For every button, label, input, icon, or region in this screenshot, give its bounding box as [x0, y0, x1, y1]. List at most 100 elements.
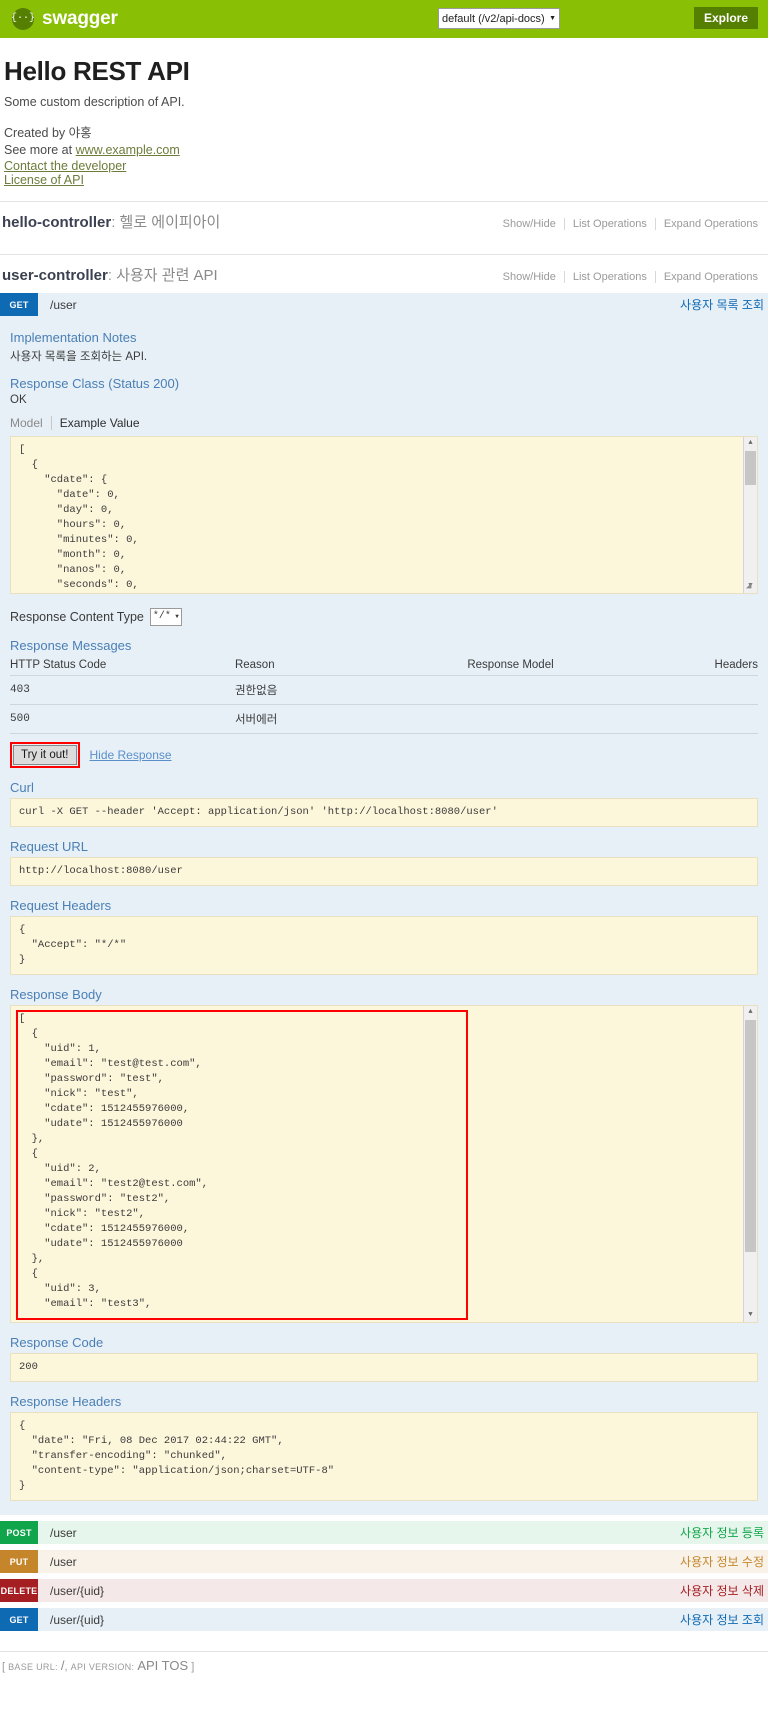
tab-model[interactable]: Model	[10, 416, 51, 430]
operation-row-delete-user-uid[interactable]: DELETE /user/{uid} 사용자 정보 삭제	[0, 1578, 768, 1603]
status-code-cell: 403	[10, 675, 235, 705]
chevron-down-icon: ▼	[175, 613, 179, 621]
list-operations-link[interactable]: List Operations	[563, 270, 655, 283]
operation-path: /user/{uid}	[50, 1612, 105, 1627]
api-description: Some custom description of API.	[4, 95, 185, 109]
api-version-value: API TOS	[137, 1657, 189, 1673]
resource-options: Show/Hide List Operations Expand Operati…	[495, 270, 766, 283]
operation-row-put-user[interactable]: PUT /user 사용자 정보 수정	[0, 1549, 768, 1574]
http-method-badge: DELETE	[0, 1579, 38, 1603]
column-headers: Headers	[714, 656, 758, 676]
see-more-link[interactable]: www.example.com	[76, 142, 180, 159]
headers-cell	[714, 704, 758, 734]
column-http-status-code: HTTP Status Code	[10, 656, 235, 676]
curl-heading: Curl	[10, 779, 34, 795]
tab-example-value[interactable]: Example Value	[50, 415, 148, 430]
response-content-type-label: Response Content Type	[10, 609, 144, 624]
footer-close-bracket: ]	[191, 1660, 195, 1673]
response-headers-box: { "date": "Fri, 08 Dec 2017 02:44:22 GMT…	[10, 1411, 758, 1501]
base-url-label: BASE URL:	[8, 1661, 58, 1672]
example-value-box[interactable]: [ { "cdate": { "date": 0, "day": 0, "hou…	[10, 435, 758, 594]
status-code-cell: 500	[10, 704, 235, 734]
resource-description: 헬로 에이피아이	[119, 213, 221, 231]
show-hide-link[interactable]: Show/Hide	[495, 218, 564, 230]
hide-response-link[interactable]: Hide Response	[90, 748, 172, 762]
response-content-type-select[interactable]: */* ▼	[149, 607, 182, 626]
api-version-label: API VERSION:	[70, 1661, 135, 1672]
response-messages-heading: Response Messages	[10, 637, 132, 653]
brand-label: swagger	[42, 8, 118, 29]
operation-path: /user/{uid}	[50, 1583, 105, 1598]
operation-body-get-user: Implementation Notes 사용자 목록을 조회하는 API. R…	[0, 315, 768, 1515]
operation-path: /user	[50, 297, 77, 312]
response-headers-heading: Response Headers	[10, 1393, 122, 1409]
request-headers-heading: Request Headers	[10, 897, 112, 913]
column-reason: Reason	[234, 656, 468, 676]
http-method-badge: PUT	[0, 1550, 38, 1574]
api-url-select[interactable]: default (/v2/api-docs) ▼	[438, 8, 560, 29]
response-class-heading: Response Class (Status 200)	[10, 375, 180, 391]
response-model-cell	[467, 675, 715, 705]
implementation-notes-text: 사용자 목록을 조회하는 API.	[10, 350, 148, 363]
http-method-badge: GET	[0, 1608, 38, 1632]
resize-grip-icon[interactable]: ◢	[746, 581, 756, 592]
request-url-box: http://localhost:8080/user	[10, 856, 758, 886]
operation-path: /user	[50, 1554, 77, 1569]
swagger-braces-icon: {··}	[11, 8, 35, 30]
see-more-line: See more at www.example.com	[4, 142, 764, 159]
response-body-text: [ { "uid": 1, "email": "test@test.com", …	[19, 1012, 209, 1310]
scrollbar-thumb[interactable]	[745, 450, 756, 485]
response-code-box: 200	[10, 1352, 758, 1382]
resource-heading[interactable]: hello-controller: 헬로 에이피아이	[2, 211, 220, 232]
model-example-tabs: Model Example Value	[10, 415, 758, 430]
operation-summary: 사용자 정보 등록	[680, 1526, 764, 1541]
see-more-prefix: See more at	[4, 142, 76, 157]
resource-name: user-controller	[2, 266, 108, 284]
request-url-heading: Request URL	[10, 838, 89, 854]
resource-separator: :	[111, 213, 116, 231]
resource-user-controller: user-controller: 사용자 관련 API Show/Hide Li…	[0, 253, 768, 293]
table-row: 500 서버에러	[10, 704, 758, 734]
scrollbar-thumb[interactable]	[745, 1019, 756, 1252]
swagger-logo[interactable]: {··} swagger	[11, 8, 118, 30]
api-url-form: default (/v2/api-docs) ▼	[438, 8, 560, 29]
resource-hello-controller: hello-controller: 헬로 에이피아이 Show/Hide Lis…	[0, 200, 768, 240]
scroll-down-icon[interactable]: ▼	[744, 1308, 757, 1322]
list-operations-link[interactable]: List Operations	[563, 217, 655, 230]
table-row: 403 권한없음	[10, 675, 758, 705]
api-info: Hello REST API Some custom description o…	[0, 38, 768, 187]
operation-header-get-user[interactable]: GET /user 사용자 목록 조회	[0, 292, 768, 317]
scroll-up-icon[interactable]: ▲	[744, 1005, 757, 1019]
scroll-up-icon[interactable]: ▲	[744, 436, 757, 450]
expand-operations-link[interactable]: Expand Operations	[654, 217, 766, 230]
response-body-box[interactable]: [ { "uid": 1, "email": "test@test.com", …	[10, 1004, 758, 1323]
footer-open-bracket: [	[2, 1660, 6, 1673]
reason-cell: 권한없음	[234, 675, 468, 705]
resource-name: hello-controller	[2, 213, 112, 231]
example-value-text: [ { "cdate": { "date": 0, "day": 0, "hou…	[19, 443, 139, 591]
explore-button[interactable]: Explore	[693, 7, 758, 29]
expand-operations-link[interactable]: Expand Operations	[654, 270, 766, 283]
license-link[interactable]: License of API	[4, 173, 764, 187]
implementation-notes-heading: Implementation Notes	[10, 329, 137, 345]
response-messages-table: HTTP Status Code Reason Response Model H…	[10, 656, 758, 734]
table-header-row: HTTP Status Code Reason Response Model H…	[10, 656, 758, 676]
footer: [ BASE URL: /, API VERSION: API TOS ]	[0, 1650, 768, 1679]
resource-separator: :	[107, 266, 113, 284]
response-body-heading: Response Body	[10, 986, 102, 1002]
chevron-down-icon: ▼	[549, 15, 556, 22]
submit-row: Try it out! Hide Response	[10, 741, 758, 768]
try-it-out-button[interactable]: Try it out!	[13, 744, 77, 765]
resource-heading[interactable]: user-controller: 사용자 관련 API	[2, 264, 218, 285]
operation-row-get-user-uid[interactable]: GET /user/{uid} 사용자 정보 조회	[0, 1607, 768, 1632]
example-value-scrollbar[interactable]: ▲ ▼	[743, 436, 757, 593]
column-response-model: Response Model	[467, 656, 715, 676]
show-hide-link[interactable]: Show/Hide	[495, 271, 564, 283]
response-content-type-row: Response Content Type */* ▼	[10, 607, 758, 626]
created-by-line: Created by 야홍	[4, 126, 92, 140]
try-it-out-highlight: Try it out!	[10, 741, 80, 768]
response-body-scrollbar[interactable]: ▲ ▼	[743, 1005, 757, 1322]
http-method-badge: GET	[0, 293, 38, 317]
operation-row-post-user[interactable]: POST /user 사용자 정보 등록	[0, 1520, 768, 1545]
contact-developer-link[interactable]: Contact the developer	[4, 159, 764, 173]
